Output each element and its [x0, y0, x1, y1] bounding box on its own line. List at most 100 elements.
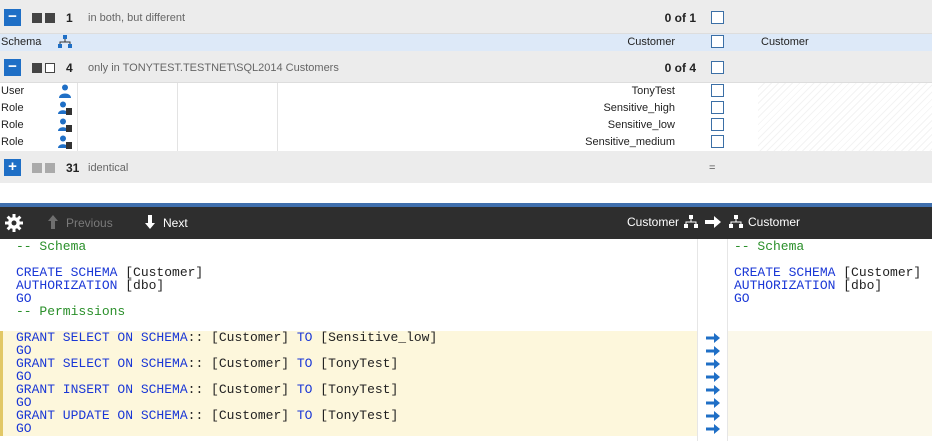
object-type: Role [1, 119, 24, 131]
sql-text: :: [Customer] [187, 382, 297, 397]
difference-gutter [697, 239, 728, 441]
difference-highlight [728, 331, 932, 436]
sql-text: :: [Customer] [187, 356, 297, 371]
in-target-indicator-icon [45, 163, 55, 173]
code-line: GRANT SELECT ON SCHEMA:: [Customer] TO [… [0, 357, 697, 370]
in-source-indicator-icon [32, 63, 42, 73]
group-select-checkbox[interactable] [711, 11, 724, 24]
sql-keyword: TO [296, 330, 313, 345]
schema-icon [684, 215, 698, 228]
difference-toolbar: Previous Next Customer Customer [0, 207, 932, 239]
arrow-right-icon[interactable] [706, 385, 720, 395]
object-name: Sensitive_high [603, 102, 675, 114]
sql-text: [TonyTest] [312, 382, 399, 397]
sql-comment: -- Schema [16, 239, 87, 254]
object-name: Customer [627, 36, 675, 48]
source-object-name: Customer [626, 215, 679, 229]
group-select-checkbox[interactable] [711, 61, 724, 74]
arrow-up-icon [48, 215, 58, 229]
object-name: Sensitive_low [607, 119, 675, 131]
row-select-checkbox[interactable] [711, 118, 724, 131]
arrow-right-icon[interactable] [706, 359, 720, 369]
group-count: 31 [66, 161, 80, 175]
group-selection-count: 0 of 1 [664, 11, 696, 25]
source-sql-pane[interactable]: -- Schema CREATE SCHEMA [Customer] AUTHORI… [0, 239, 697, 441]
sql-comment: -- Permissions [16, 304, 126, 319]
group-header-identical[interactable]: + 31 identical = [0, 151, 932, 183]
group-header-different[interactable]: − 1 in both, but different 0 of 1 [0, 0, 932, 34]
arrow-down-icon [145, 215, 155, 229]
group-label: only in TONYTEST.TESTNET\SQL2014 Custome… [88, 62, 339, 74]
target-object-name: Customer [748, 215, 801, 229]
previous-button[interactable]: Previous [48, 215, 113, 230]
arrow-right-icon[interactable] [706, 346, 720, 356]
schema-icon [729, 215, 743, 228]
next-button[interactable]: Next [145, 215, 188, 230]
object-name: Sensitive_medium [585, 136, 675, 148]
in-source-indicator-icon [32, 13, 42, 23]
code-line: GO [0, 422, 697, 435]
sql-text: [dbo] [117, 278, 165, 293]
schema-icon [58, 35, 72, 48]
in-source-indicator-icon [32, 163, 42, 173]
in-target-indicator-icon [45, 13, 55, 23]
code-line: AUTHORIZATION [dbo] [728, 279, 932, 292]
row-select-checkbox[interactable] [711, 135, 724, 148]
role-icon [58, 101, 72, 115]
table-row[interactable]: Schema Customer Customer [0, 34, 932, 51]
not-in-target-indicator-icon [45, 63, 55, 73]
object-type: Schema [1, 36, 42, 48]
table-row[interactable]: Role Sensitive_low [0, 117, 932, 134]
sql-keyword: GO [16, 421, 32, 436]
sql-text: :: [Customer] [187, 330, 297, 345]
object-name: TonyTest [631, 85, 675, 97]
code-line: AUTHORIZATION [dbo] [0, 279, 697, 292]
sql-keyword: TO [296, 356, 313, 371]
previous-label: Previous [66, 216, 113, 230]
gear-icon[interactable] [4, 213, 24, 233]
arrow-right-icon[interactable] [706, 424, 720, 434]
table-row[interactable]: Role Sensitive_high [0, 100, 932, 117]
identical-marker: = [709, 162, 716, 174]
row-select-checkbox[interactable] [711, 84, 724, 97]
code-line: GRANT SELECT ON SCHEMA:: [Customer] TO [… [0, 331, 697, 344]
arrow-right-icon[interactable] [706, 398, 720, 408]
table-row[interactable]: Role Sensitive_medium [0, 134, 932, 151]
arrow-right-icon[interactable] [706, 411, 720, 421]
object-type: User [1, 85, 25, 97]
object-type: Role [1, 136, 24, 148]
arrow-right-icon[interactable] [706, 333, 720, 343]
expand-group-button[interactable]: + [4, 159, 21, 176]
target-sql-pane[interactable]: -- Schema CREATE SCHEMA [Customer] AUTHORI… [728, 239, 932, 441]
collapse-group-button[interactable]: − [4, 59, 21, 76]
group-label: identical [88, 162, 129, 174]
group-count: 4 [66, 61, 73, 75]
next-label: Next [163, 216, 188, 230]
code-line: -- Permissions [0, 305, 697, 318]
group-header-only-in-source[interactable]: − 4 only in TONYTEST.TESTNET\SQL2014 Cus… [0, 51, 932, 83]
sql-keyword: GRANT UPDATE ON SCHEMA [16, 408, 188, 423]
collapse-group-button[interactable]: − [4, 9, 21, 26]
role-icon [58, 135, 72, 149]
sql-keyword: GO [734, 291, 750, 306]
sql-comment: -- Schema [734, 239, 805, 254]
role-icon [58, 118, 72, 132]
sql-text: [TonyTest] [312, 408, 399, 423]
code-line: -- Schema [728, 240, 932, 253]
arrow-right-icon [705, 216, 721, 228]
sql-text: [Sensitive_low] [312, 330, 438, 345]
sql-keyword: GRANT SELECT ON SCHEMA [16, 330, 188, 345]
code-line: GO [728, 292, 932, 305]
arrow-right-icon[interactable] [706, 372, 720, 382]
sql-text: :: [Customer] [187, 408, 297, 423]
sql-keyword: GRANT SELECT ON SCHEMA [16, 356, 188, 371]
row-select-checkbox[interactable] [711, 101, 724, 114]
table-row[interactable]: User TonyTest [0, 83, 932, 100]
sql-text: [TonyTest] [312, 356, 399, 371]
sql-keyword: GRANT INSERT ON SCHEMA [16, 382, 188, 397]
sql-keyword: TO [296, 382, 313, 397]
group-selection-count: 0 of 4 [664, 61, 696, 75]
row-select-checkbox[interactable] [711, 35, 724, 48]
user-icon [59, 84, 71, 98]
sql-text: [dbo] [835, 278, 883, 293]
